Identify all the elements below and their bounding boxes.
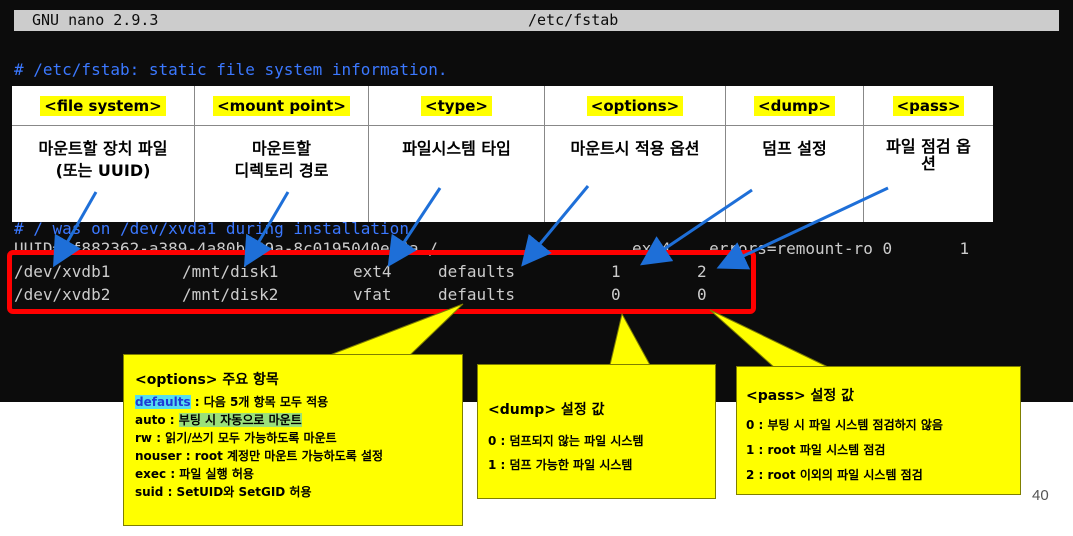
- option-key: auto: [135, 413, 166, 427]
- options-callout-title: <options> 주요 항목: [135, 372, 279, 388]
- arrow-options: [521, 185, 590, 267]
- option-sep: :: [166, 467, 180, 481]
- option-sep: :: [163, 485, 177, 499]
- pass-value-2: 2 : root 이외의 파일 시스템 점검: [746, 468, 923, 482]
- arrow-dump: [640, 188, 753, 266]
- arrow-mount-point: [243, 191, 290, 268]
- option-sep: :: [152, 431, 166, 445]
- arrow-pass: [716, 186, 889, 270]
- options-item-rw: rw : 읽기/쓰기 모두 가능하도록 마운트: [135, 429, 462, 447]
- page-number: 40: [1032, 487, 1049, 504]
- option-desc: 부팅 시 자동으로 마운트: [178, 413, 302, 427]
- options-item-auto: auto : 부팅 시 자동으로 마운트: [135, 411, 462, 429]
- callout-pointer-dump: [609, 312, 651, 366]
- callout-pointer-options: [329, 303, 464, 356]
- option-desc: SetUID와 SetGID 허용: [176, 485, 312, 499]
- options-item-defaults: defaults : 다음 5개 항목 모두 적용: [135, 393, 462, 411]
- options-callout: <options> 주요 항목 defaults : 다음 5개 항목 모두 적…: [123, 354, 463, 526]
- option-key: nouser: [135, 449, 182, 463]
- option-desc: 다음 5개 항목 모두 적용: [203, 395, 329, 409]
- options-item-nouser: nouser : root 계정만 마운트 가능하도록 설정: [135, 447, 462, 465]
- arrow-type: [387, 187, 442, 268]
- options-item-exec: exec : 파일 실행 허용: [135, 465, 462, 483]
- dump-value-0: 0 : 덤프되지 않는 파일 시스템: [488, 434, 644, 448]
- option-key: suid: [135, 485, 164, 499]
- arrow-file-system: [53, 191, 98, 268]
- callout-pointer-pass: [709, 309, 831, 369]
- option-desc: 파일 실행 허용: [179, 467, 254, 481]
- pass-value-1: 1 : root 파일 시스템 점검: [746, 443, 886, 457]
- pass-callout-title: <pass> 설정 값: [746, 388, 854, 404]
- pass-value-0: 0 : 부팅 시 파일 시스템 점검하지 않음: [746, 418, 943, 432]
- dump-callout-title: <dump> 설정 값: [488, 402, 605, 418]
- option-key: rw: [135, 431, 153, 445]
- option-key: exec: [135, 467, 167, 481]
- option-desc: 읽기/쓰기 모두 가능하도록 마운트: [165, 431, 337, 445]
- dump-callout: <dump> 설정 값 0 : 덤프되지 않는 파일 시스템 1 : 덤프 가능…: [477, 364, 716, 499]
- option-key: defaults: [135, 395, 191, 409]
- option-sep: :: [181, 449, 195, 463]
- option-sep: :: [165, 413, 179, 427]
- pass-callout: <pass> 설정 값 0 : 부팅 시 파일 시스템 점검하지 않음 1 : …: [736, 366, 1021, 495]
- options-item-suid: suid : SetUID와 SetGID 허용: [135, 483, 462, 501]
- option-sep: :: [190, 395, 204, 409]
- dump-value-1: 1 : 덤프 가능한 파일 시스템: [488, 458, 633, 472]
- option-desc: root 계정만 마운트 가능하도록 설정: [194, 449, 384, 463]
